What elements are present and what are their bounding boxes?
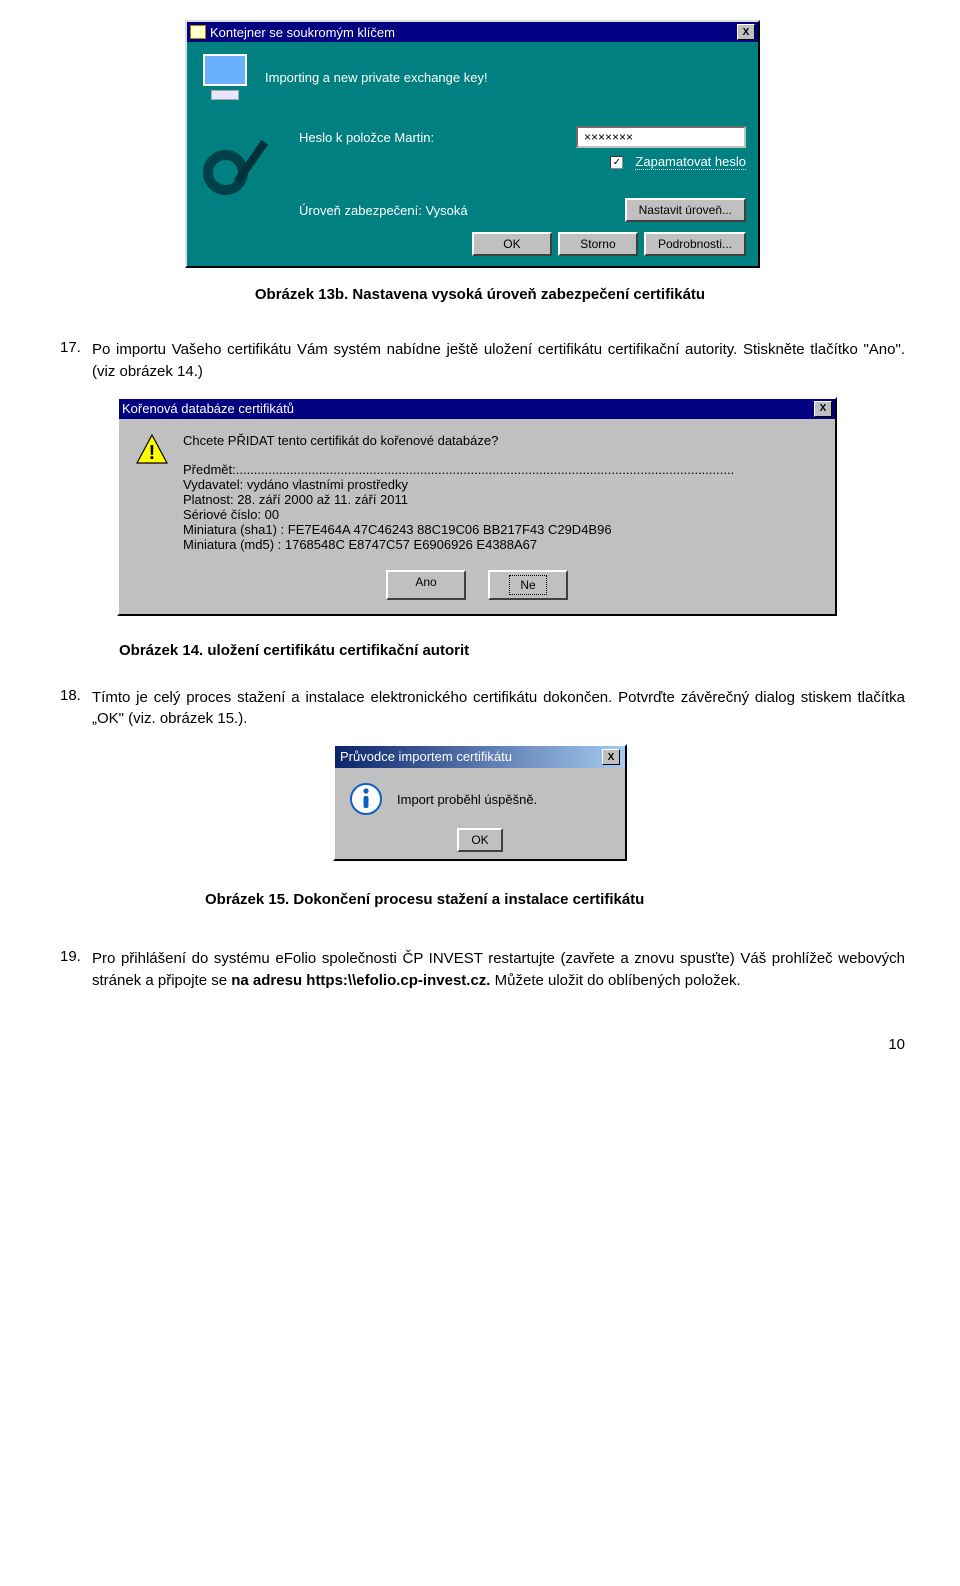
key-icon [199,130,289,220]
window-title: Kořenová databáze certifikátů [122,401,814,416]
step-17-text: Po importu Vašeho certifikátu Vám systém… [92,339,905,383]
dialog-root-cert-db: Kořenová databáze certifikátů X ! Chcete… [117,397,837,616]
title-bar[interactable]: Kořenová databáze certifikátů X [119,399,835,419]
title-bar[interactable]: Průvodce importem certifikátu X [335,746,625,768]
close-icon[interactable]: X [602,749,620,765]
step-18-text: Tímto je celý proces stažení a instalace… [92,687,905,731]
no-button-focus[interactable]: Ne [509,575,546,595]
key-container-icon [190,25,206,39]
page-number: 10 [888,1036,905,1053]
remember-checkbox[interactable]: ✓ [610,156,623,169]
field-md5: Miniatura (md5) : 1768548C E8747C57 E690… [183,537,819,552]
figure-caption-14: Obrázek 14. uložení certifikátu certifik… [119,642,905,659]
ok-button[interactable]: OK [472,232,552,256]
figure-caption-13b: Obrázek 13b. Nastavena vysoká úroveň zab… [55,286,905,303]
confirm-add-message: Chcete PŘIDAT tento certifikát do kořeno… [183,433,819,448]
ok-button[interactable]: OK [457,828,502,852]
list-number-17: 17. [60,339,88,356]
window-title: Průvodce importem certifikátu [340,749,602,765]
dialog-import-wizard: Průvodce importem certifikátu X Import p… [333,744,627,861]
remember-label: Zapamatovat heslo [635,154,746,170]
field-validity: Platnost: 28. září 2000 až 11. září 2011 [183,492,819,507]
warning-icon: ! [135,433,169,465]
monitor-icon [199,52,253,102]
field-subject-label: Předmět: [183,462,236,477]
success-message: Import proběhl úspěšně. [397,792,537,807]
field-subject-value: ........................................… [236,462,734,477]
dialog-private-key-container: Kontejner se soukromým klíčem X Importin… [185,20,760,268]
importing-message: Importing a new private exchange key! [265,70,488,85]
figure-caption-15: Obrázek 15. Dokončení procesu stažení a … [205,891,905,908]
yes-button[interactable]: Ano [386,570,466,600]
cancel-button[interactable]: Storno [558,232,638,256]
list-number-18: 18. [60,687,88,704]
title-bar[interactable]: Kontejner se soukromým klíčem X [187,22,758,42]
list-number-19: 19. [60,948,88,965]
password-input[interactable]: ××××××× [576,126,746,148]
window-title: Kontejner se soukromým klíčem [210,25,737,40]
security-level-label: Úroveň zabezpečení: Vysoká [299,203,611,218]
no-button[interactable]: Ne [488,570,568,600]
set-level-button[interactable]: Nastavit úroveň... [625,198,746,222]
details-button[interactable]: Podrobnosti... [644,232,746,256]
connect-url-bold: na adresu https:\\efolio.cp-invest.cz. [231,972,490,989]
field-serial: Sériové číslo: 00 [183,507,819,522]
field-issuer: Vydavatel: vydáno vlastními prostředky [183,477,819,492]
close-icon[interactable]: X [737,24,755,40]
field-sha1: Miniatura (sha1) : FE7E464A 47C46243 88C… [183,522,819,537]
svg-text:!: ! [149,442,156,464]
dialog-body: Importing a new private exchange key! He… [187,42,758,266]
info-icon [349,782,383,816]
close-icon[interactable]: X [814,401,832,417]
step-19-text: Pro přihlášení do systému eFolio společn… [92,948,905,992]
password-label: Heslo k položce Martin: [299,130,434,145]
